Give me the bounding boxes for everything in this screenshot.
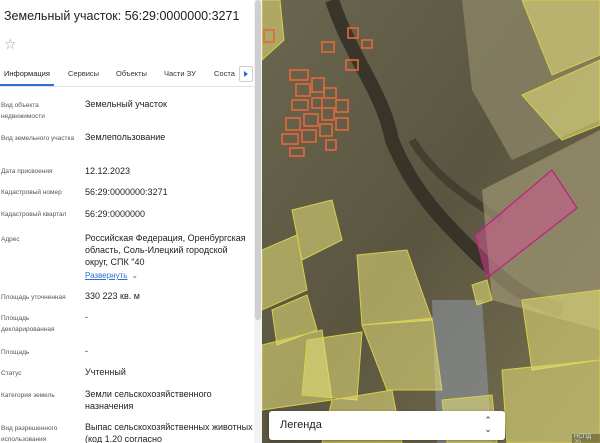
map-attribution: НСПД 20 bbox=[572, 434, 600, 443]
attribute-label: Вид объекта недвижимости bbox=[1, 102, 45, 120]
attribute-label: Вид земельного участка bbox=[1, 135, 75, 142]
sort-arrows-icon: ⌃ ⌄ bbox=[484, 415, 492, 434]
tab-services[interactable]: Сервисы bbox=[68, 69, 99, 78]
attribute-value: Учтенный bbox=[85, 367, 126, 377]
attribute-label: Кадастровый номер bbox=[1, 189, 62, 196]
attribute-value: Российская Федерация, Оренбургская облас… bbox=[85, 233, 246, 267]
attribute-value: 330 223 кв. м bbox=[85, 291, 140, 301]
tab-composition[interactable]: Соста bbox=[214, 69, 235, 78]
chevron-down-icon[interactable]: ⌄ bbox=[131, 271, 138, 280]
expand-link[interactable]: Развернуть bbox=[85, 270, 127, 282]
star-outline-icon[interactable]: ☆ bbox=[4, 37, 17, 51]
tab-information[interactable]: Информация bbox=[4, 69, 50, 78]
attribute-value: 56:29:0000000 bbox=[85, 209, 146, 219]
panel-title: Земельный участок: 56:29:0000000:3271 bbox=[4, 9, 240, 23]
attribute-label: Категория земель bbox=[1, 392, 55, 399]
attribute-value: Земельный участок bbox=[85, 99, 167, 109]
legend-label: Легенда bbox=[280, 419, 322, 431]
attribute-label: Дата присвоения bbox=[1, 168, 53, 175]
active-tab-indicator bbox=[0, 84, 54, 86]
attribute-label: Вид разрешенного использования bbox=[1, 425, 58, 443]
parcel-polygon bbox=[301, 331, 363, 401]
attribute-label: Кадастровый квартал bbox=[1, 211, 67, 218]
attribute-value: Землепользование bbox=[85, 132, 166, 142]
legend-dropdown[interactable]: Легенда ⌃ ⌄ bbox=[269, 411, 505, 440]
map-canvas[interactable] bbox=[262, 0, 600, 443]
parcel-polygon bbox=[501, 359, 600, 443]
attribute-value: Выпас сельскохозяйственных животных (код… bbox=[85, 422, 253, 443]
info-panel: Земельный участок: 56:29:0000000:3271 ☆ … bbox=[0, 0, 262, 443]
attribute-label: Площадь декларированная bbox=[1, 315, 55, 333]
attribute-value: 56:29:0000000:3271 bbox=[85, 187, 168, 197]
attribute-label: Площадь уточненная bbox=[1, 294, 66, 301]
attribute-label: Адрес bbox=[1, 236, 20, 243]
panel-scrollbar-thumb[interactable] bbox=[255, 0, 261, 320]
attribute-label: Площадь bbox=[1, 349, 30, 356]
attribute-label: Статус bbox=[1, 370, 22, 377]
parcel-polygon bbox=[521, 289, 600, 371]
attribute-value: Земли сельскохозяйственного назначения bbox=[85, 389, 212, 411]
tab-scroll-right-icon[interactable] bbox=[239, 66, 253, 82]
attribute-value: - bbox=[85, 346, 88, 356]
attribute-value: - bbox=[85, 312, 88, 322]
satellite-map bbox=[262, 0, 600, 443]
tab-parts[interactable]: Части ЗУ bbox=[164, 69, 196, 78]
attribute-value: 12.12.2023 bbox=[85, 166, 131, 176]
tab-bar: Информация Сервисы Объекты Части ЗУ Сост… bbox=[0, 62, 254, 87]
tab-objects[interactable]: Объекты bbox=[116, 69, 147, 78]
attribute-value-group: Российская Федерация, Оренбургская облас… bbox=[85, 232, 253, 282]
